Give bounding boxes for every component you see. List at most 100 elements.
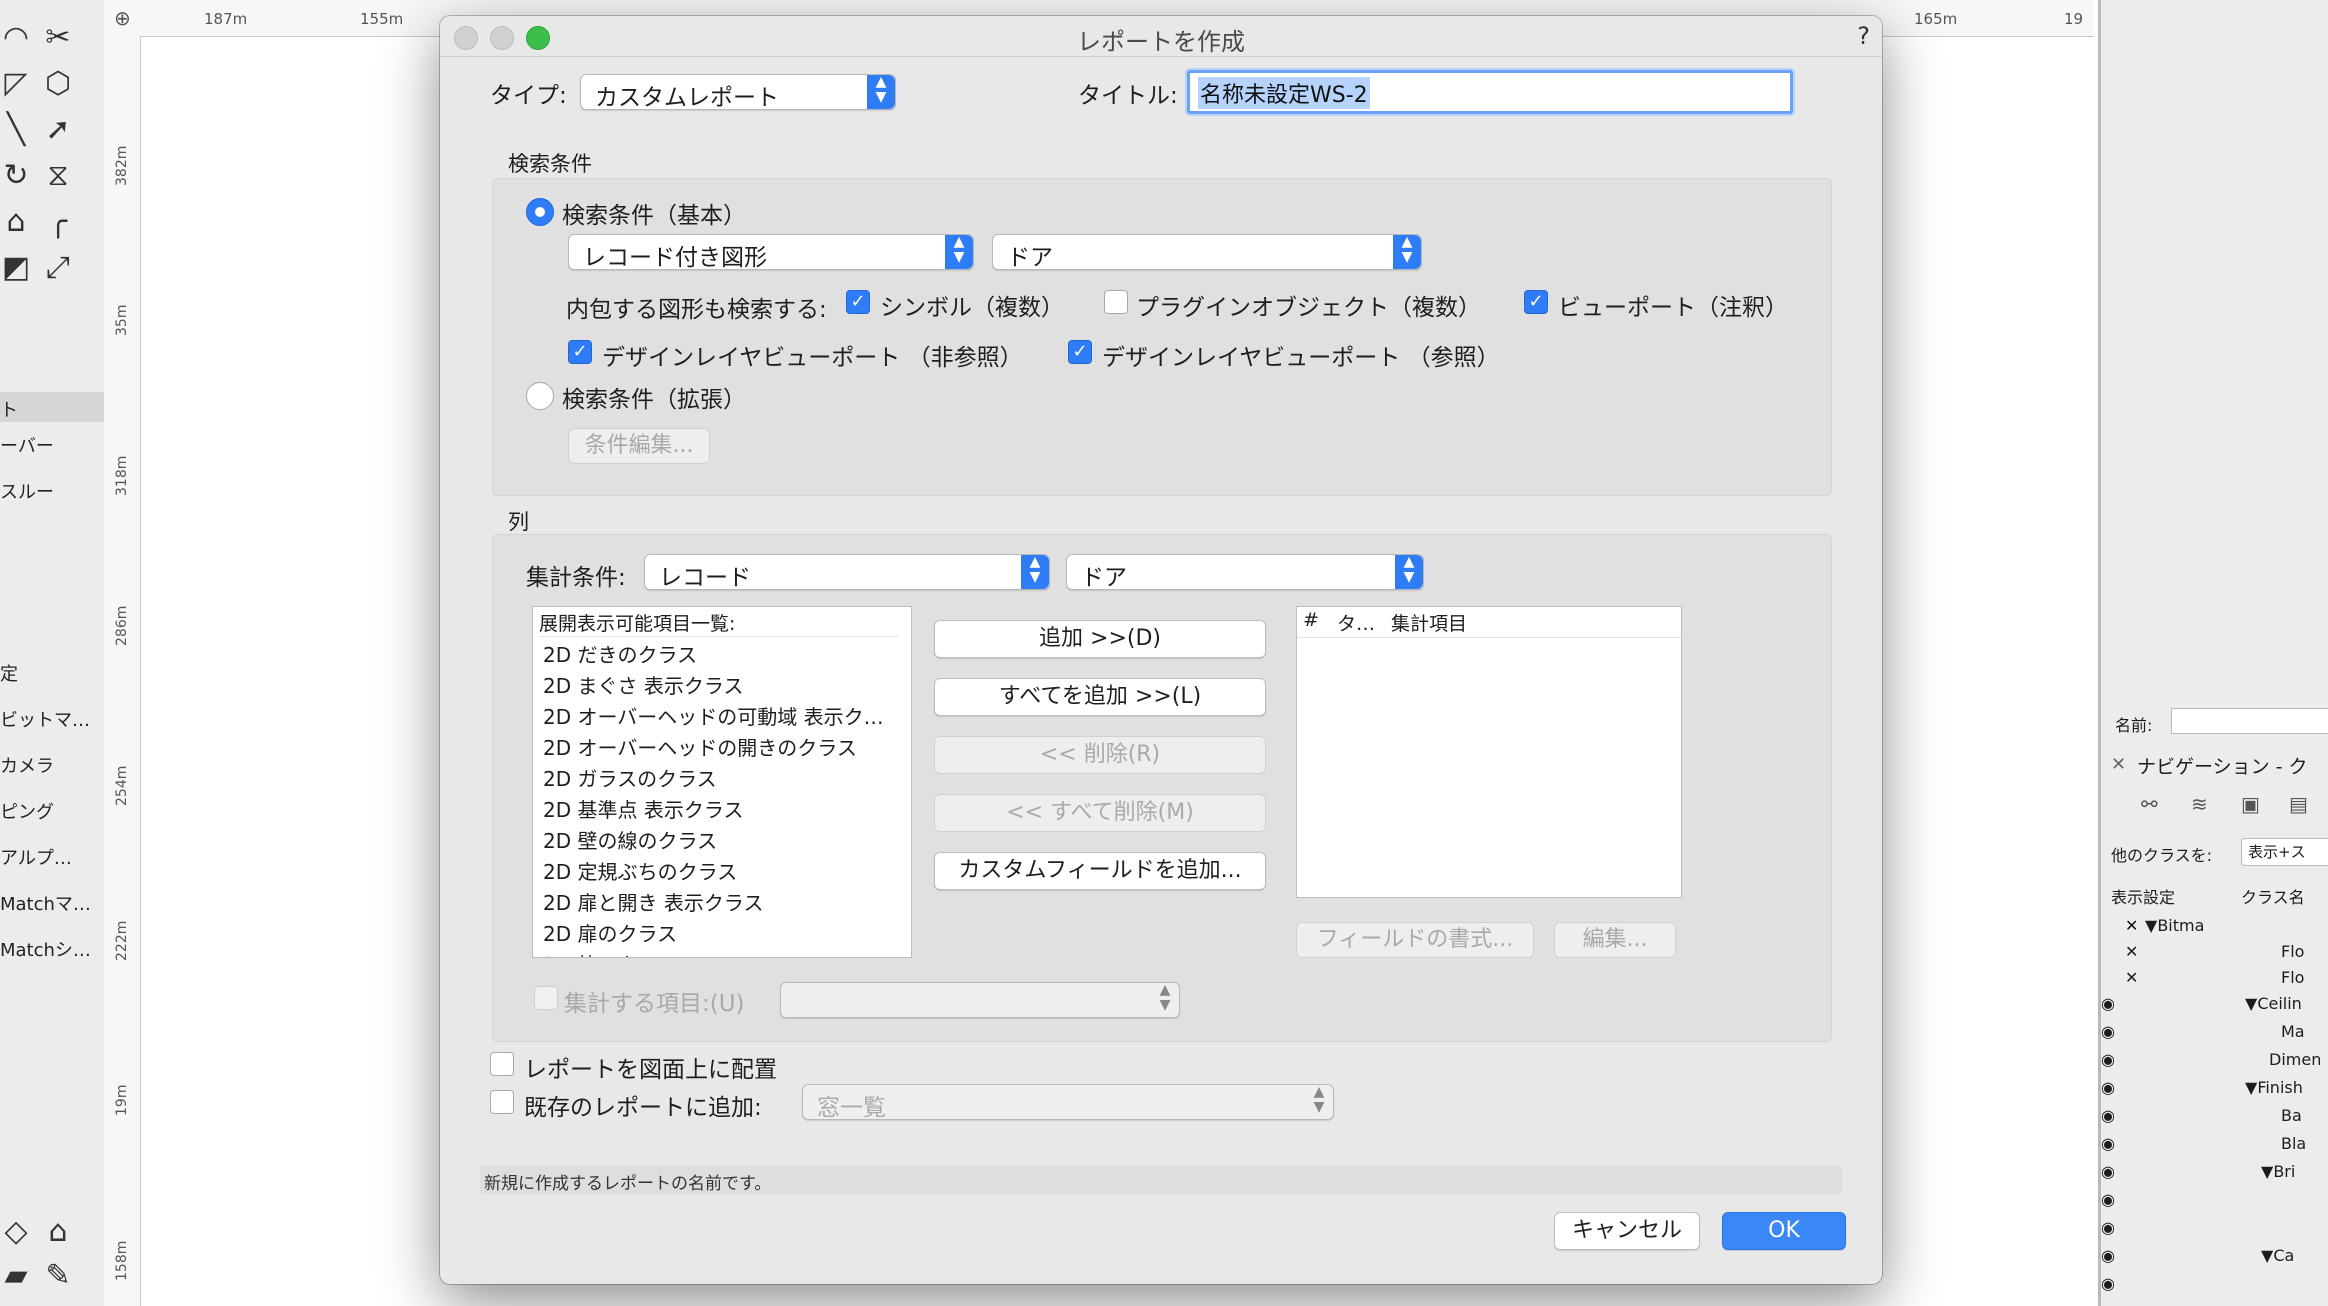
edit-conditions-button[interactable]: 条件編集... [568,428,710,464]
list-item[interactable]: カメラ [0,752,54,778]
list-item[interactable]: 2D 扉と開き 表示クラス [543,887,763,916]
class-row[interactable]: ▼Finish [2245,1078,2303,1097]
help-button[interactable]: ? [1857,22,1870,50]
class-row[interactable]: ▼Bitma [2145,916,2204,935]
visible-eye-icon[interactable]: ◉ [2101,1162,2115,1181]
aggregate-items-checkbox[interactable] [534,986,558,1010]
record-popup[interactable]: ドア ▲ ▼ [992,234,1422,271]
add-custom-field-button[interactable]: カスタムフィールドを追加... [934,852,1266,890]
list-item[interactable]: Matchマ… [0,890,91,916]
selected-items-list[interactable]: # タ… 集計項目 [1296,606,1682,898]
place-on-drawing-checkbox[interactable] [490,1052,514,1076]
column-header-type[interactable]: タ… [1337,609,1375,636]
viewport-icon[interactable]: ▤ [2289,792,2308,816]
dimension-tool-icon[interactable]: ⤢ [36,248,80,288]
list-item[interactable]: ピング [0,798,54,824]
basic-criteria-popup[interactable]: レコード付き図形 ▲ ▼ [568,234,974,271]
fillet-tool-icon[interactable]: ╭ [36,202,80,242]
existing-report-popup[interactable]: 窓一覧 ▲ ▼ [802,1084,1334,1121]
add-all-button[interactable]: すべてを追加 >>(L) [934,678,1266,716]
list-item[interactable]: 2D 定規ぶちのクラス [543,856,737,885]
cancel-button[interactable]: キャンセル [1554,1212,1700,1250]
aggregate-items-popup[interactable]: ▲ ▼ [780,982,1180,1018]
other-classes-select[interactable]: 表示+ス [2241,838,2328,866]
remove-button[interactable]: << 削除(R) [934,736,1266,774]
ok-button[interactable]: OK [1722,1212,1846,1250]
class-row[interactable]: Flo [2281,942,2304,961]
hidden-x-icon[interactable]: ✕ [2125,968,2138,987]
hidden-x-icon[interactable]: ✕ [2125,942,2138,961]
edit-button[interactable]: 編集... [1554,922,1676,958]
rotate-tool-icon[interactable]: ↻ [0,156,38,196]
list-item[interactable]: 2D 扉のクラス [543,918,677,947]
eyedropper-tool-icon[interactable]: ◩ [0,248,38,288]
class-row[interactable]: Ba [2281,1106,2302,1125]
list-item[interactable]: 2D 枠のクラス [543,949,677,957]
expand-icon[interactable]: ▼ [2145,916,2157,935]
expand-icon[interactable]: ▼ [2245,1078,2257,1097]
visible-eye-icon[interactable]: ◉ [2101,1246,2115,1265]
line-tool-icon[interactable]: ╲ [0,110,38,150]
viewport-checkbox[interactable]: ✓ [1524,290,1548,314]
class-row[interactable]: Dimen [2269,1050,2321,1069]
network-icon[interactable]: ⚯ [2141,792,2158,816]
class-row[interactable]: Bla [2281,1134,2306,1153]
visible-eye-icon[interactable]: ◉ [2101,1022,2115,1041]
add-button[interactable]: 追加 >>(D) [934,620,1266,658]
visible-eye-icon[interactable]: ◉ [2101,1274,2115,1293]
list-item[interactable]: ト [0,396,18,422]
visibility-tool-icon[interactable]: ➚ [36,110,80,150]
field-format-button[interactable]: フィールドの書式... [1296,922,1534,958]
hexagon-tool-icon[interactable]: ⬡ [36,64,80,104]
list-item[interactable]: 2D まぐさ 表示クラス [543,670,743,699]
arc-tool-icon[interactable]: ◠ [0,18,38,58]
visible-eye-icon[interactable]: ◉ [2101,1218,2115,1237]
visible-eye-icon[interactable]: ◉ [2101,1106,2115,1125]
remove-all-button[interactable]: << すべて削除(M) [934,794,1266,832]
scissors-tool-icon[interactable]: ✂ [36,18,80,58]
column-header-display[interactable]: 表示設定 [2111,884,2175,908]
visible-eye-icon[interactable]: ◉ [2101,1050,2115,1069]
polygon-tool-icon[interactable]: ◸ [0,64,38,104]
layers-icon[interactable]: ≋ [2191,792,2208,816]
visible-eye-icon[interactable]: ◉ [2101,1134,2115,1153]
name-input[interactable] [2171,708,2328,734]
list-item[interactable]: 2D オーバーヘッドの可動域 表示ク… [543,701,884,730]
expand-icon[interactable]: ▼ [2245,994,2257,1013]
list-item[interactable]: 2D だきのクラス [543,639,697,668]
column-header-aggregate-item[interactable]: 集計項目 [1391,609,1467,636]
class-row[interactable]: ▼Ceilin [2245,994,2302,1013]
ruler-origin-icon[interactable]: ⊕ [114,6,131,30]
list-item[interactable]: 2D ガラスのクラス [543,763,717,792]
list-item[interactable]: ビットマ… [0,706,90,732]
class-row[interactable]: Ma [2281,1022,2305,1041]
visible-eye-icon[interactable]: ◉ [2101,1078,2115,1097]
hidden-x-icon[interactable]: ✕ [2125,916,2138,935]
visible-eye-icon[interactable]: ◉ [2101,994,2115,1013]
wall-tool-icon[interactable]: ◇ [0,1212,38,1252]
available-items-list[interactable]: 展開表示可能項目一覧: 2D だきのクラス 2D まぐさ 表示クラス 2D オー… [532,606,912,958]
dlvp-ref-checkbox[interactable]: ✓ [1068,340,1092,364]
list-item[interactable]: 定 [0,660,18,686]
house-tool-icon[interactable]: ⌂ [36,1212,80,1252]
expand-icon[interactable]: ▼ [2261,1246,2273,1265]
list-item[interactable]: ーバー [0,432,54,458]
close-icon[interactable]: ✕ [2111,754,2126,775]
class-row[interactable]: ▼Ca [2261,1246,2294,1265]
basic-search-radio[interactable] [526,198,554,226]
aggregate-popup[interactable]: レコード ▲ ▼ [644,554,1050,591]
list-item[interactable]: アルプ… [0,844,72,870]
column-header-number[interactable]: # [1303,609,1319,631]
column-header-class[interactable]: クラス名 [2241,884,2305,908]
plugin-checkbox[interactable] [1104,290,1128,314]
dlvp-nonref-checkbox[interactable]: ✓ [568,340,592,364]
extended-search-radio[interactable] [526,382,554,410]
mirror-tool-icon[interactable]: ⧖ [36,156,80,196]
expand-icon[interactable]: ▼ [2261,1162,2273,1181]
type-popup[interactable]: カスタムレポート ▲ ▼ [580,74,896,111]
slab-tool-icon[interactable]: ▰ [0,1256,38,1296]
class-row[interactable]: Flo [2281,968,2304,987]
class-row[interactable]: ▼Bri [2261,1162,2295,1181]
title-input[interactable]: 名称未設定WS-2 [1187,70,1793,114]
list-item[interactable]: Matchシ… [0,936,91,962]
